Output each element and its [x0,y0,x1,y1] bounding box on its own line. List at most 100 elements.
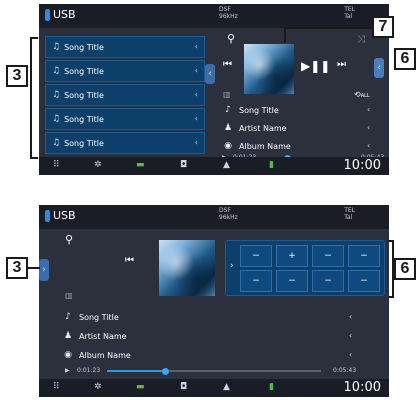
menu-grid-icon[interactable]: ⠿ [53,160,60,170]
equalizer-icon[interactable]: ▥ [65,291,73,300]
chevron-left-icon: ‹ [367,105,371,114]
album-artwork[interactable] [244,44,294,94]
add-tag-button[interactable]: + [276,245,308,267]
source-icon [45,9,50,21]
open-list-tab[interactable]: › [39,259,49,281]
music-note-icon: ♫ [52,66,61,76]
artist-name-row: ♟ Artist Name [223,123,287,133]
callout-artwork: 7 [372,16,394,38]
person-icon: ♟ [223,123,233,133]
callout-panel: 6 [394,48,416,70]
callout-line-artwork [284,27,372,29]
panel-button[interactable]: − [312,270,344,292]
bottom-bar: ⠿ ✲ ▬ ◘ ▲ ▮ 10:00 [39,379,389,397]
repeat-icon[interactable]: ⟲ALL [354,90,370,99]
source-label[interactable]: USB [53,8,76,21]
chevron-left-icon: ‹ [194,138,198,147]
music-note-icon: ♫ [52,90,61,100]
panel-button[interactable]: − [240,270,272,292]
gear-icon[interactable]: ✲ [94,382,102,392]
disc-icon: ◉ [224,141,232,151]
callout-list: 3 [6,65,28,87]
panel-button[interactable]: − [348,245,380,267]
chevron-left-icon: ‹ [349,331,353,340]
chevron-left-icon: ‹ [349,350,353,359]
phone-status: TEL Tal [344,6,355,20]
callout-control-panel: 6 [394,258,416,280]
artist-name-row: ♟ Artist Name [63,331,127,341]
search-icon[interactable]: ⚲ [65,233,73,246]
play-pause-icon[interactable]: ▶❚❚ [301,59,330,73]
person-icon: ♟ [63,331,73,341]
panel-button[interactable]: − [348,270,380,292]
remove-tag-button[interactable]: − [240,245,272,267]
open-panel-tab[interactable]: ‹ [374,58,384,78]
list-item[interactable]: ♫ Song Title ‹ [45,36,205,58]
navigation-icon[interactable]: ▲ [223,160,230,170]
shuffle-icon[interactable]: ⤨ [357,34,365,45]
next-track-icon[interactable]: ⏭ [337,59,346,70]
playback-screen-list-view: USB DSF 96kHz TEL Tal ♫ Song Title ‹ ♫ Song T… [39,4,389,175]
callout-line-artwork-vertical [284,27,286,43]
music-note-icon: ♫ [52,42,61,52]
previous-track-icon[interactable]: ⏮ [125,255,134,266]
equalizer-icon[interactable]: ▥ [223,90,231,99]
camera-icon[interactable]: ◘ [180,382,187,392]
car-icon[interactable]: ▬ [136,382,145,392]
chevron-left-icon: ‹ [367,141,371,150]
audio-format: DSF 96kHz [219,6,238,20]
list-item[interactable]: ♫ Song Title ‹ [45,60,205,82]
phone-icon[interactable]: ▮ [269,160,274,170]
chevron-left-icon: ‹ [349,312,353,321]
control-panel: › − + − − − − − − [225,240,385,296]
elapsed-time: 0:01:23 [77,367,101,374]
gear-icon[interactable]: ✲ [94,160,102,170]
close-list-tab[interactable]: ‹ [205,64,215,84]
disc-icon: ◉ [64,350,72,360]
music-note-icon: ♫ [52,138,61,148]
chevron-left-icon: ‹ [367,123,371,132]
music-note-icon: ♪ [225,105,231,115]
bracket-list [30,37,38,159]
clock: 10:00 [343,380,381,395]
panel-button[interactable]: − [276,270,308,292]
camera-icon[interactable]: ◘ [180,160,187,170]
phone-icon[interactable]: ▮ [269,382,274,392]
progress-fill [107,370,165,372]
chevron-left-icon: ‹ [194,66,198,75]
panel-button[interactable]: − [312,245,344,267]
menu-grid-icon[interactable]: ⠿ [53,382,60,392]
list-item[interactable]: ♫ Song Title ‹ [45,132,205,154]
bottom-bar: ⠿ ✲ ▬ ◘ ▲ ▮ 10:00 [39,157,389,175]
chevron-left-icon: ‹ [194,90,198,99]
chevron-left-icon: ‹ [194,114,198,123]
source-label[interactable]: USB [53,209,76,222]
previous-track-icon[interactable]: ⏮ [223,59,232,70]
navigation-icon[interactable]: ▲ [223,382,230,392]
music-note-icon: ♪ [65,312,71,322]
bracket-panel [388,240,394,298]
car-icon[interactable]: ▬ [136,160,145,170]
playback-screen-tag-view: USB DSF 96kHz TEL Tal › ⚲ ⏮ ▥ › − + − − − … [39,205,389,397]
chevron-right-icon[interactable]: › [230,261,234,271]
callout-line-list [28,267,40,269]
play-state-icon: ▶ [65,367,70,374]
audio-format: DSF 96kHz [219,207,238,221]
list-item[interactable]: ♫ Song Title ‹ [45,84,205,106]
album-artwork[interactable] [159,240,215,296]
chevron-left-icon: ‹ [194,42,198,51]
status-bar: USB DSF 96kHz TEL Tal [39,4,389,28]
status-bar: USB DSF 96kHz TEL Tal [39,205,389,229]
album-name-row: ◉ Album Name [64,350,131,360]
callout-list-tab: 3 [6,257,28,279]
song-title-row: ♪ Song Title [63,312,119,322]
clock: 10:00 [343,158,381,173]
progress-knob[interactable] [162,368,169,375]
music-note-icon: ♫ [52,114,61,124]
search-icon[interactable]: ⚲ [227,32,235,45]
song-title-row: ♪ Song Title [223,105,279,115]
playlist-panel: ♫ Song Title ‹ ♫ Song Title ‹ ♫ Song Title ‹ ♫… [45,36,205,158]
list-item[interactable]: ♫ Song Title ‹ [45,108,205,130]
album-name-row: ◉ Album Name [224,141,291,151]
phone-status: TEL Tal [344,207,355,221]
